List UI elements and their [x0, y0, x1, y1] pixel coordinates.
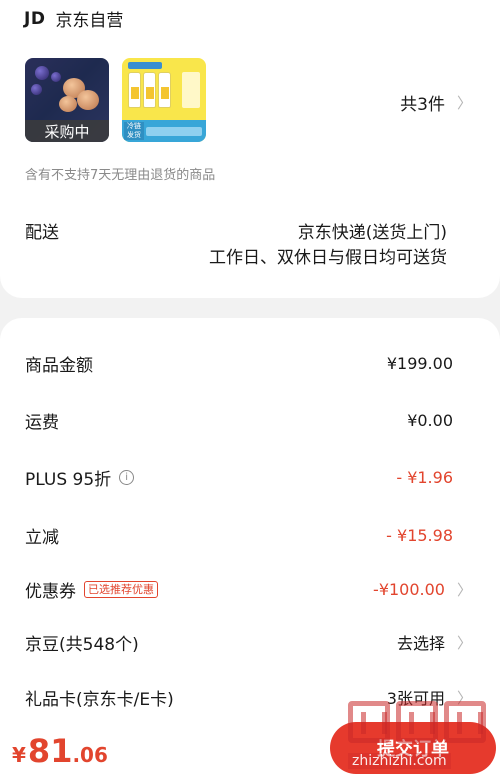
total-decimal: .06 — [72, 743, 108, 767]
currency-symbol: ¥ — [12, 743, 26, 767]
delivery-label: 配送 — [25, 223, 59, 243]
row-shipping: 运费 ¥0.00 — [25, 405, 500, 435]
bottle-graphic — [158, 72, 171, 108]
cold-chain-tag: 冷链发货 — [124, 122, 144, 140]
item-count: 共3件 — [400, 95, 445, 115]
row-coupon[interactable]: 优惠券 已选推荐优惠 -¥100.00 〉 — [25, 574, 500, 604]
watermark-text: zhizhizhi.com — [348, 753, 451, 769]
chevron-right-icon: 〉 — [456, 633, 472, 652]
item-count-link[interactable]: 共3件 〉 — [400, 90, 472, 115]
jd-beans-select[interactable]: 去选择 〉 — [397, 630, 472, 654]
total-integer: 81 — [27, 732, 73, 770]
return-policy-notice: 含有不支持7天无理由退货的商品 — [25, 168, 216, 183]
chevron-right-icon: 〉 — [456, 580, 472, 599]
gift-card-label: 礼品卡(京东卡/E卡) — [25, 689, 174, 710]
product-thumbnail-drink[interactable]: 冷链发货 — [122, 58, 206, 142]
package-graphic — [182, 72, 200, 108]
site-watermark: zhizhizhi.com — [348, 701, 496, 781]
goods-amount-label: 商品金额 — [25, 355, 93, 376]
coupon-label-wrap: 优惠券 已选推荐优惠 — [25, 577, 158, 602]
row-goods-amount: 商品金额 ¥199.00 — [25, 348, 500, 378]
price-summary-card: 商品金额 ¥199.00 运费 ¥0.00 PLUS 95折 i - ¥1.96… — [0, 318, 500, 738]
row-instant-discount: 立减 - ¥15.98 — [25, 520, 500, 550]
row-jd-beans[interactable]: 京豆(共548个) 去选择 〉 — [25, 627, 500, 657]
bottle-graphic — [143, 72, 156, 108]
nut-graphic — [77, 90, 99, 110]
bottle-graphic — [128, 72, 141, 108]
recommended-coupon-tag: 已选推荐优惠 — [84, 580, 158, 598]
purchasing-badge: 采购中 — [25, 120, 109, 142]
nut-graphic — [59, 96, 77, 112]
blueberry-graphic — [35, 66, 49, 80]
blueberry-graphic — [51, 72, 61, 82]
shipping-value: ¥0.00 — [407, 410, 453, 430]
instant-discount-label: 立减 — [25, 527, 59, 548]
jd-beans-label: 京豆(共548个) — [25, 634, 139, 655]
plus-discount-value: - ¥1.96 — [396, 467, 453, 487]
jd-beans-value: 去选择 — [396, 634, 445, 653]
blueberry-graphic — [31, 84, 42, 95]
plus-discount-label-wrap: PLUS 95折 i — [25, 465, 135, 490]
label-strip — [146, 127, 202, 136]
row-plus-discount: PLUS 95折 i - ¥1.96 — [25, 462, 500, 492]
watermark-logo — [348, 701, 486, 743]
shop-name: 京东自营 — [55, 11, 124, 31]
instant-discount-value: - ¥15.98 — [386, 525, 453, 545]
jd-logo: JD — [24, 8, 46, 29]
brand-logo-graphic — [128, 62, 162, 69]
delivery-method[interactable]: 京东快递(送货上门) — [298, 218, 447, 243]
plus-discount-label: PLUS 95折 — [25, 469, 112, 490]
coupon-value-wrap[interactable]: -¥100.00 〉 — [373, 579, 472, 600]
coupon-value: -¥100.00 — [373, 579, 445, 599]
watermark-glyph — [444, 701, 486, 743]
shop-header: JD 京东自营 — [24, 6, 124, 32]
info-icon[interactable]: i — [119, 469, 135, 485]
product-thumbnail-gift-box[interactable]: 采购中 — [25, 58, 109, 142]
delivery-schedule[interactable]: 工作日、双休日与假日均可送货 — [209, 243, 447, 268]
coupon-label: 优惠券 — [25, 581, 76, 602]
chevron-right-icon: 〉 — [456, 94, 472, 112]
order-items-card: JD 京东自营 采购中 冷链发货 共3件 〉 含有不支持7天无理由退货的商品 配… — [0, 0, 500, 298]
watermark-glyph — [348, 701, 390, 743]
total-amount: ¥ 81 .06 — [12, 732, 108, 770]
goods-amount-value: ¥199.00 — [386, 353, 453, 373]
shipping-label: 运费 — [25, 412, 59, 433]
watermark-glyph — [396, 701, 438, 743]
